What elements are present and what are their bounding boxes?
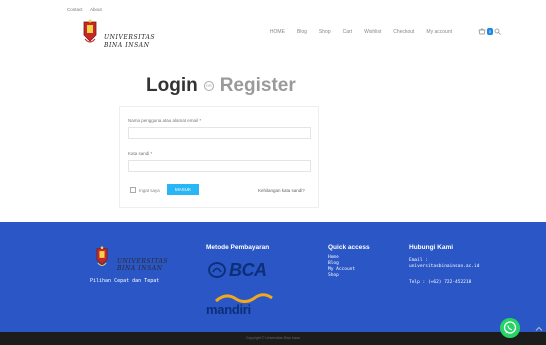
mandiri-logo: mandiri <box>206 292 276 318</box>
nav-item-checkout[interactable]: Checkout <box>393 29 414 35</box>
password-label-text: Kata sandi <box>128 151 150 156</box>
username-input[interactable] <box>128 127 311 139</box>
contact-email[interactable]: universitasbinainsan.ac.id <box>409 264 487 269</box>
logo-line-1: UNIVERSITAS <box>104 34 156 41</box>
remember-me[interactable]: Ingat saya <box>130 187 160 193</box>
university-crest-icon <box>96 246 108 266</box>
chevron-up-icon[interactable] <box>534 324 544 334</box>
quick-link-shop[interactable]: Shop <box>328 273 355 279</box>
quick-access-list: Home Blog My Account Shop <box>328 255 355 279</box>
password-label: Kata sandi * <box>128 151 152 156</box>
required-mark: * <box>199 118 202 123</box>
or-separator: OR <box>203 81 214 91</box>
main-nav: HOME Blog Shop Cart Wishlist Checkout My… <box>270 27 452 37</box>
page-title: Login OR Register <box>146 74 296 98</box>
contact-title: Hubungi Kami <box>409 244 454 251</box>
footer-logo: UNIVERSITAS BINA INSAN <box>95 246 190 276</box>
university-crest-icon <box>83 19 97 43</box>
mandiri-logo-text: mandiri <box>206 302 251 317</box>
quick-access-title: Quick access <box>328 244 370 251</box>
nav-item-my-account[interactable]: My account <box>426 29 452 35</box>
bca-logo: BCA <box>208 260 274 280</box>
site-header: UNIVERSITAS BINA INSAN HOME Blog Shop Ca… <box>0 14 546 64</box>
site-logo[interactable]: UNIVERSITAS BINA INSAN <box>82 19 182 59</box>
site-footer: UNIVERSITAS BINA INSAN Pilihan Cepat dan… <box>0 222 546 332</box>
topbar-link-about[interactable]: About <box>90 7 102 12</box>
footer-tagline: Pilihan Cepat dan Tepat <box>90 278 160 284</box>
username-label: Nama pengguna atau alamat email * <box>128 118 201 123</box>
copyright-bar: Copyright © Universitas Bina Insan <box>0 332 546 345</box>
nav-item-home[interactable]: HOME <box>270 29 285 35</box>
remember-me-checkbox[interactable] <box>130 187 136 193</box>
login-button[interactable]: MASUK <box>167 184 199 195</box>
bca-logo-text: BCA <box>229 260 267 280</box>
cart-button[interactable]: 0 <box>478 27 508 37</box>
top-bar: Contact About <box>0 0 546 14</box>
whatsapp-icon[interactable] <box>500 318 520 338</box>
username-label-text: Nama pengguna atau alamat email <box>128 118 199 123</box>
cart-icon <box>478 28 486 35</box>
contact-email-label: Email : <box>409 258 428 263</box>
footer-logo-line-1: UNIVERSITAS <box>117 258 169 265</box>
required-mark: * <box>150 151 153 156</box>
topbar-link-contact[interactable]: Contact <box>67 7 83 12</box>
bca-emblem-icon <box>208 262 226 278</box>
register-heading[interactable]: Register <box>220 75 296 97</box>
logo-line-2: BINA INSAN <box>104 42 150 49</box>
login-heading: Login <box>146 75 198 96</box>
lost-password-link[interactable]: Kehilangan kata sandi? <box>258 188 305 193</box>
copyright-text: Copyright © Universitas Bina Insan <box>245 336 301 340</box>
cart-count-badge: 0 <box>487 28 493 35</box>
nav-item-wishlist[interactable]: Wishlist <box>364 29 381 35</box>
search-icon[interactable] <box>494 28 501 35</box>
password-input[interactable] <box>128 160 311 172</box>
nav-item-cart[interactable]: Cart <box>343 29 352 35</box>
nav-item-blog[interactable]: Blog <box>297 29 307 35</box>
footer-logo-line-2: BINA INSAN <box>117 265 163 272</box>
nav-item-shop[interactable]: Shop <box>319 29 331 35</box>
contact-phone: Telp : (+62) 722-452218 <box>409 280 472 285</box>
remember-me-label: Ingat saya <box>139 187 160 193</box>
login-form: Nama pengguna atau alamat email * Kata s… <box>119 106 319 208</box>
payment-methods-title: Metode Pembayaran <box>206 244 270 251</box>
